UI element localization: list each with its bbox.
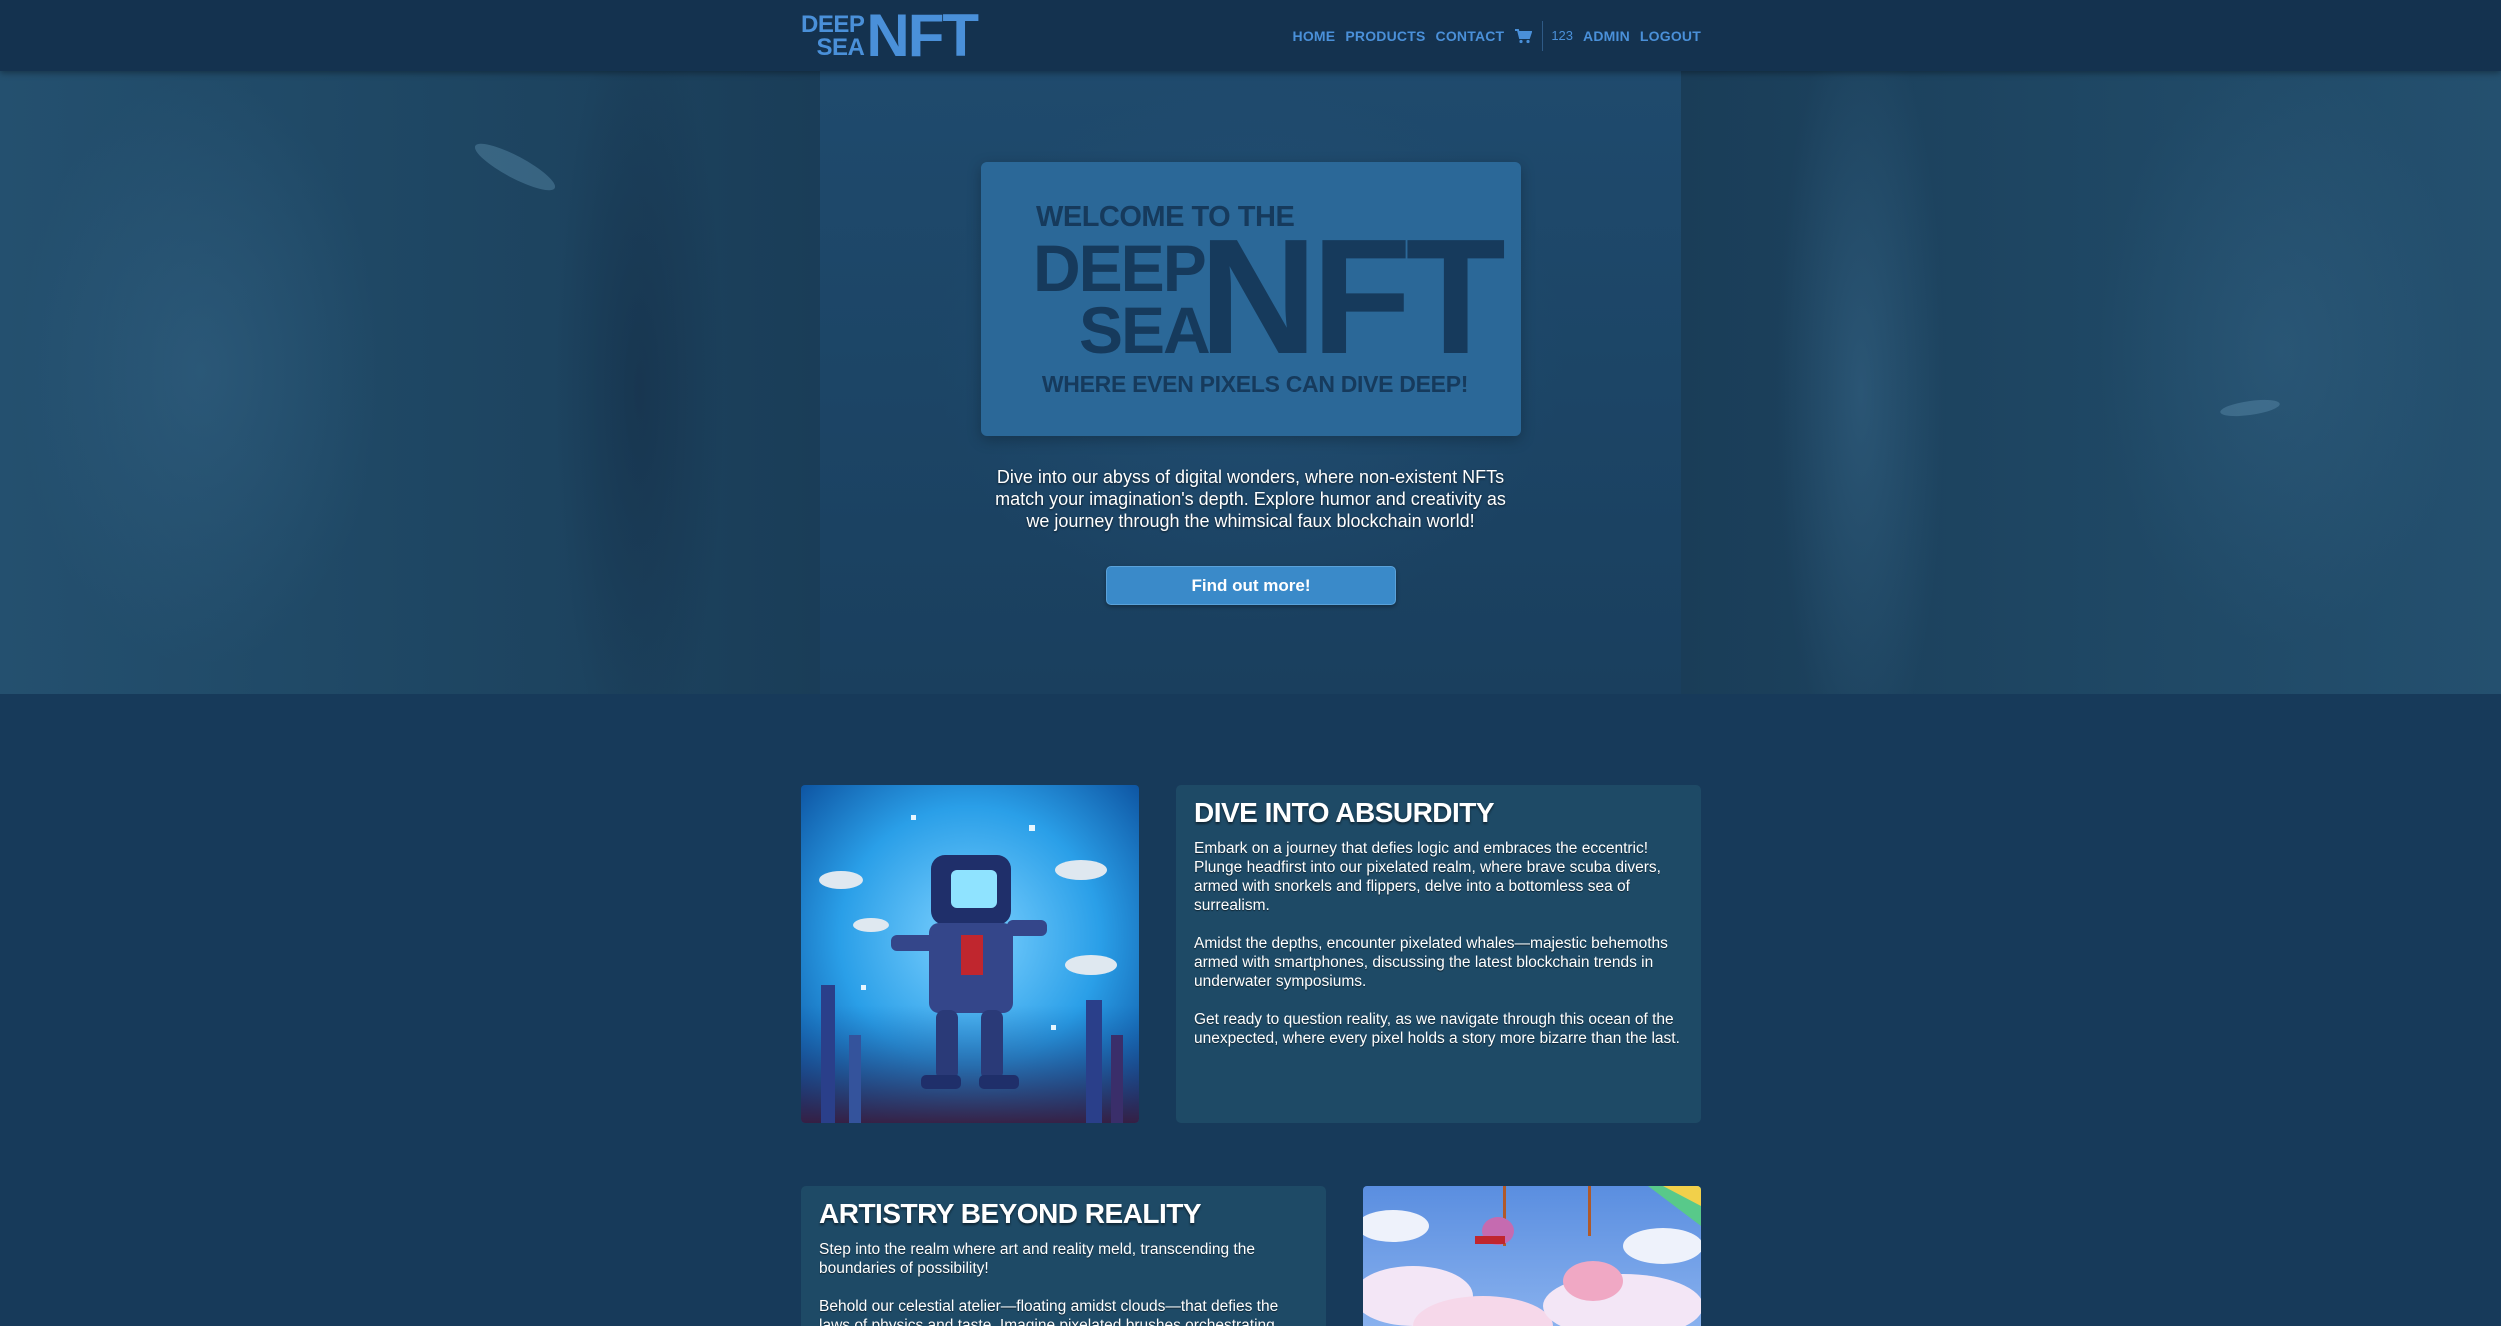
nav-admin-link[interactable]: ADMIN xyxy=(1583,28,1630,44)
hero-sea-text: SEA xyxy=(1079,293,1211,367)
absurdity-card: DIVE INTO ABSURDITY Embark on a journey … xyxy=(1176,785,1701,1123)
diver-nft-image xyxy=(801,785,1139,1123)
brand-logo[interactable]: DEEP SEA NFT xyxy=(801,2,979,69)
artistry-title: ARTISTRY BEYOND REALITY xyxy=(819,1198,1202,1229)
sky-atelier-nft-image xyxy=(1363,1186,1701,1326)
nav-logout-link[interactable]: LOGOUT xyxy=(1640,28,1701,44)
hero-background-left xyxy=(0,71,820,694)
nav-products-link[interactable]: PRODUCTS xyxy=(1345,28,1425,44)
hero-title-card: WELCOME TO THE DEEP SEA NFT WHERE EVEN P… xyxy=(981,162,1521,436)
nav-divider xyxy=(1542,20,1544,51)
nav-home-link[interactable]: HOME xyxy=(1293,28,1336,44)
nav-contact-link[interactable]: CONTACT xyxy=(1436,28,1505,44)
main-nav: HOME PRODUCTS CONTACT 123 ADMIN LOGOUT xyxy=(1283,0,1701,71)
hero-deep-text: DEEP xyxy=(1033,231,1207,305)
hero-nft-text: NFT xyxy=(1199,205,1506,388)
absurdity-paragraph: Get ready to question reality, as we nav… xyxy=(1194,1011,1680,1047)
hero-background-right xyxy=(1681,71,2501,694)
absurdity-title: DIVE INTO ABSURDITY xyxy=(1194,797,1495,828)
logo-sea: SEA xyxy=(816,34,865,61)
navbar: DEEP SEA NFT HOME PRODUCTS CONTACT 123 A… xyxy=(0,0,2501,71)
logo-small-text: DEEP SEA xyxy=(801,11,865,61)
hero-section: WELCOME TO THE DEEP SEA NFT WHERE EVEN P… xyxy=(0,71,2501,694)
user-number: 123 xyxy=(1551,28,1574,43)
hero-tagline: WHERE EVEN PIXELS CAN DIVE DEEP! xyxy=(1041,371,1469,397)
logo-deep: DEEP xyxy=(801,11,865,38)
absurdity-paragraph: Amidst the depths, encounter pixelated w… xyxy=(1194,935,1668,990)
absurdity-paragraph: Embark on a journey that defies logic an… xyxy=(1194,840,1661,914)
artistry-paragraph: Step into the realm where art and realit… xyxy=(819,1241,1255,1277)
artistry-paragraph: Behold our celestial atelier—floating am… xyxy=(819,1298,1279,1326)
find-out-more-button[interactable]: Find out more! xyxy=(1106,566,1396,605)
artistry-card: ARTISTRY BEYOND REALITY Step into the re… xyxy=(801,1186,1326,1326)
hero-description: Dive into our abyss of digital wonders, … xyxy=(995,467,1506,531)
cart-icon[interactable] xyxy=(1514,28,1533,44)
logo-nft: NFT xyxy=(866,2,979,69)
